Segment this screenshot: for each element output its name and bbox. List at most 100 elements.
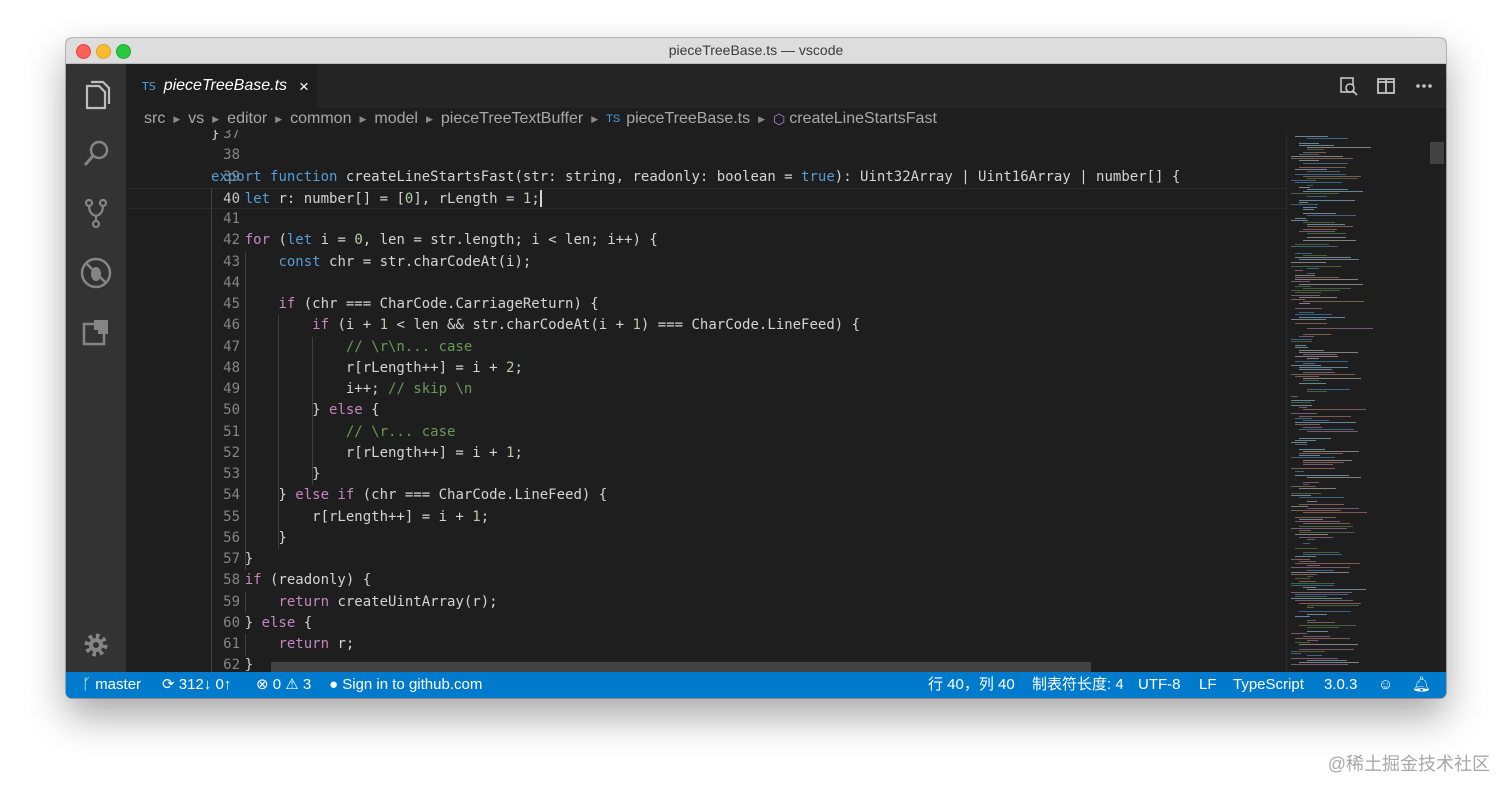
close-icon[interactable]: × — [299, 78, 309, 95]
code-line[interactable]: 37} — [126, 130, 1286, 145]
branch-indicator[interactable]: ᚴ master — [82, 672, 141, 698]
end-of-line[interactable]: LF — [1199, 672, 1217, 698]
code-line[interactable]: 58 if (readonly) { — [126, 570, 1286, 591]
code-line[interactable]: 54 } else if (chr === CharCode.LineFeed)… — [126, 485, 1286, 506]
minimap-line — [1299, 145, 1335, 146]
minimap-line — [1291, 527, 1348, 529]
code-line[interactable]: 49 i++; // skip \n — [126, 379, 1286, 400]
chevron-right-icon: ▶ — [591, 113, 599, 124]
code-line[interactable]: 57 } — [126, 549, 1286, 570]
breadcrumb-item-piecetreetextbuffer[interactable]: pieceTreeTextBuffer — [441, 110, 583, 128]
code-text: for (let i = 0, len = str.length; i < le… — [244, 232, 658, 249]
minimap-line — [1291, 294, 1321, 296]
code-text: if (chr === CharCode.CarriageReturn) { — [278, 296, 599, 312]
minimap-line — [1299, 142, 1320, 144]
code-line[interactable]: 45 if (chr === CharCode.CarriageReturn) … — [126, 294, 1286, 315]
code-line[interactable]: 52 r[rLength++] = i + 1; — [126, 443, 1286, 464]
minimap-line — [1291, 582, 1335, 584]
github-icon: ● — [329, 676, 339, 693]
sync-indicator[interactable]: ⟳ 312↓ 0↑ — [162, 672, 231, 698]
encoding[interactable]: UTF-8 — [1138, 672, 1181, 698]
split-editor-icon[interactable] — [1374, 74, 1398, 98]
minimap-line — [1291, 413, 1317, 415]
minimap[interactable] — [1286, 130, 1429, 672]
more-actions-icon[interactable] — [1412, 74, 1436, 98]
minimap-line — [1299, 367, 1349, 369]
code-line[interactable]: 47 // \r\n... case — [126, 337, 1286, 358]
indent-guide — [211, 187, 212, 672]
minimap-line — [1291, 492, 1321, 494]
code-line[interactable]: 48 r[rLength++] = i + 2; — [126, 358, 1286, 379]
tab-piecetreebase[interactable]: TS pieceTreeBase.ts × — [126, 64, 318, 108]
minimap-line — [1303, 162, 1349, 164]
vertical-scrollbar[interactable] — [1430, 142, 1444, 164]
code-line[interactable]: 60 } else { — [126, 613, 1286, 634]
code-text: } else { — [211, 614, 313, 631]
extensions-icon[interactable] — [78, 314, 114, 350]
code-line[interactable]: 56 } — [126, 528, 1286, 549]
chevron-right-icon: ▶ — [758, 113, 766, 124]
minimap-line — [1299, 230, 1335, 232]
notifications-bell-icon[interactable]: 🔔︎ — [1412, 672, 1431, 698]
code-line[interactable]: 41 — [126, 209, 1286, 230]
code-line[interactable]: 46 if (i + 1 < len && str.charCodeAt(i +… — [126, 315, 1286, 336]
github-signin[interactable]: ● Sign in to github.com — [329, 672, 482, 698]
breadcrumb-item-common[interactable]: common — [290, 110, 351, 128]
code-line[interactable]: 53 } — [126, 464, 1286, 485]
breadcrumb-item-vs[interactable]: vs — [188, 110, 204, 128]
typescript-version[interactable]: 3.0.3 — [1324, 672, 1357, 698]
minimap-line — [1291, 402, 1311, 404]
code-line[interactable]: 42 for (let i = 0, len = str.length; i <… — [126, 230, 1286, 251]
cursor-position[interactable]: 行 40，列 40 — [928, 672, 1015, 698]
warning-icon: ⚠ — [285, 676, 299, 693]
explorer-icon[interactable] — [78, 77, 114, 113]
code-text: r[rLength++] = i + 1; — [211, 444, 523, 461]
breadcrumb-item-editor[interactable]: editor — [227, 110, 267, 128]
code-line[interactable]: 50 } else { — [126, 400, 1286, 421]
code-line[interactable]: 38 — [126, 145, 1286, 166]
minimap-line — [1299, 580, 1317, 582]
minimap-line — [1295, 578, 1310, 580]
minimap-line — [1303, 255, 1328, 256]
code-text: return createUintArray(r); — [278, 593, 498, 610]
language-mode[interactable]: TypeScript — [1233, 672, 1304, 698]
minimap-line — [1295, 347, 1308, 349]
code-editor[interactable]: 37} 38 39 export function createLineStartsF… — [126, 130, 1286, 672]
minimap-line — [1303, 409, 1366, 410]
minimap-line — [1291, 395, 1298, 397]
search-icon[interactable] — [78, 136, 114, 172]
code-line[interactable]: 61 return r; — [126, 634, 1286, 655]
problems-indicator[interactable]: ⊗ 0 ⚠ 3 — [256, 672, 311, 698]
breadcrumb-item-src[interactable]: src — [144, 110, 165, 128]
breadcrumb-item-model[interactable]: model — [374, 110, 418, 128]
minimap-line — [1307, 569, 1334, 571]
source-control-icon[interactable] — [78, 195, 114, 231]
minimap-line — [1299, 519, 1323, 520]
code-line[interactable]: 62 } — [126, 655, 1286, 672]
breadcrumb-item-file[interactable]: pieceTreeBase.ts — [626, 110, 750, 128]
code-line[interactable]: 40 let r: number[] = [0], rLength = 1; — [126, 187, 1286, 209]
minimap-line — [1295, 356, 1338, 358]
feedback-smiley-icon[interactable]: ☺ — [1378, 672, 1393, 698]
chevron-right-icon: ▶ — [425, 113, 433, 124]
code-line[interactable]: 55 r[rLength++] = i + 1; — [126, 507, 1286, 528]
code-line[interactable]: 44 — [126, 273, 1286, 294]
code-line[interactable]: 43 const chr = str.charCodeAt(i); — [126, 252, 1286, 273]
code-line[interactable]: 39 export function createLineStartsFast(s… — [126, 167, 1286, 188]
tab-size[interactable]: 制表符长度: 4 — [1032, 672, 1124, 698]
settings-gear-icon[interactable] — [78, 627, 114, 663]
debug-icon[interactable] — [78, 255, 114, 291]
tab-label: pieceTreeBase.ts — [163, 77, 288, 94]
breadcrumb-item-symbol[interactable]: createLineStartsFast — [789, 110, 937, 128]
minimap-line — [1291, 318, 1327, 320]
minimap-line — [1307, 613, 1328, 615]
git-branch-icon: ᚴ — [82, 676, 92, 693]
line-number: 41 — [223, 211, 240, 227]
open-changes-icon[interactable] — [1336, 74, 1360, 98]
code-line[interactable]: 51 // \r... case — [126, 422, 1286, 443]
minimap-line — [1303, 354, 1337, 355]
minimap-line — [1291, 494, 1311, 496]
minimap-line — [1295, 244, 1329, 245]
code-line[interactable]: 59 return createUintArray(r); — [126, 592, 1286, 613]
minimap-line — [1307, 358, 1320, 360]
